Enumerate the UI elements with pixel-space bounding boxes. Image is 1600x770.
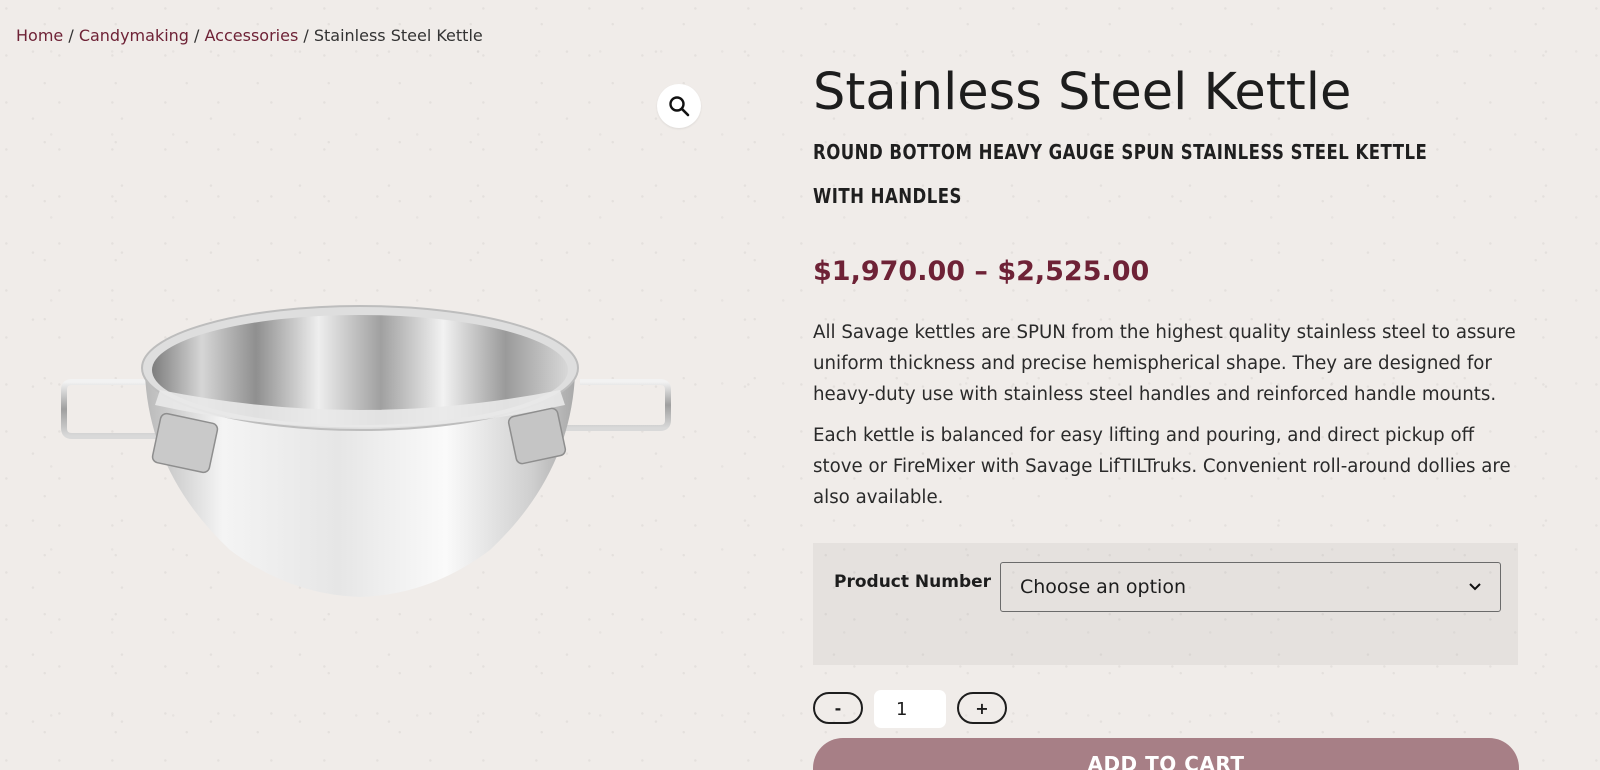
chevron-down-icon [1469,583,1481,591]
breadcrumb-separator: / [63,26,79,45]
product-subtitle: ROUND BOTTOM HEAVY GAUGE SPUN STAINLESS … [813,140,1428,208]
product-title: Stainless Steel Kettle [813,63,1352,122]
magnifier-icon [669,96,690,117]
product-number-select[interactable]: Choose an option [1000,562,1501,612]
breadcrumb: Home / Candymaking / Accessories / Stain… [16,26,483,45]
product-image[interactable] [60,290,676,620]
quantity-decrease-button[interactable]: - [813,692,863,724]
breadcrumb-current: Stainless Steel Kettle [313,26,483,45]
product-summary: Stainless Steel Kettle ROUND BOTTOM HEAV… [813,60,1518,665]
breadcrumb-separator: / [298,26,314,45]
breadcrumb-separator: / [188,26,205,45]
variations-panel: Product Number Choose an option [813,543,1518,665]
zoom-button[interactable] [657,84,701,128]
add-to-cart-button[interactable]: ADD TO CART [813,738,1519,770]
breadcrumb-candymaking-link[interactable]: Candymaking [79,26,189,45]
product-description: All Savage kettles are SPUN from the hig… [813,317,1518,513]
product-number-label: Product Number [834,572,992,592]
select-value: Choose an option [1020,576,1186,598]
quantity-increase-button[interactable]: + [957,692,1007,724]
description-paragraph: Each kettle is balanced for easy lifting… [813,425,1511,508]
breadcrumb-accessories-link[interactable]: Accessories [205,26,299,45]
price-range: $1,970.00 – $2,525.00 [813,256,1150,287]
quantity-input[interactable]: 1 [874,690,946,728]
breadcrumb-home-link[interactable]: Home [16,26,63,45]
quantity-stepper: - 1 + [813,690,1013,728]
description-paragraph: All Savage kettles are SPUN from the hig… [813,322,1516,405]
